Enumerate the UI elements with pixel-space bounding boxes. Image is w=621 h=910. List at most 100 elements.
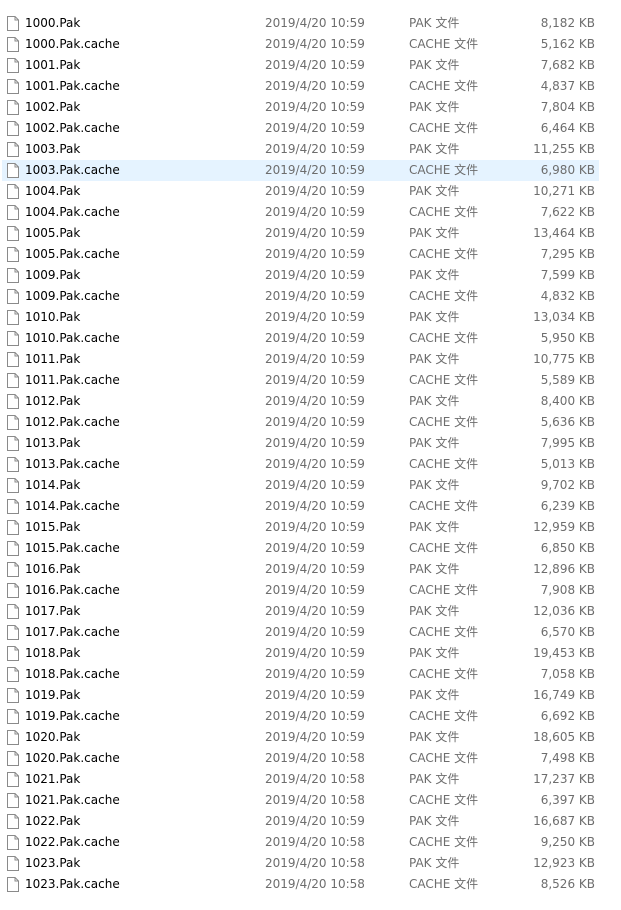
blank-document-icon bbox=[7, 583, 19, 598]
file-row[interactable]: 1015.Pak 2019/4/20 10:59 PAK 文件 12,959 K… bbox=[0, 517, 621, 538]
file-size: 6,239 KB bbox=[540, 499, 595, 513]
file-row[interactable]: 1018.Pak 2019/4/20 10:59 PAK 文件 19,453 K… bbox=[0, 643, 621, 664]
file-list: 1000.Pak 2019/4/20 10:59 PAK 文件 8,182 KB… bbox=[0, 13, 621, 895]
file-row[interactable]: 1013.Pak 2019/4/20 10:59 PAK 文件 7,995 KB bbox=[0, 433, 621, 454]
file-type: CACHE 文件 bbox=[409, 247, 479, 261]
blank-document-icon bbox=[7, 37, 19, 52]
file-size: 12,896 KB bbox=[533, 562, 595, 576]
file-row[interactable]: 1016.Pak 2019/4/20 10:59 PAK 文件 12,896 K… bbox=[0, 559, 621, 580]
file-row[interactable]: 1020.Pak.cache 2019/4/20 10:58 CACHE 文件 … bbox=[0, 748, 621, 769]
file-date-modified: 2019/4/20 10:59 bbox=[265, 730, 365, 744]
blank-document-icon bbox=[7, 667, 19, 682]
blank-document-icon bbox=[7, 688, 19, 703]
file-size: 4,837 KB bbox=[540, 79, 595, 93]
file-type: PAK 文件 bbox=[409, 814, 460, 828]
blank-document-icon bbox=[7, 793, 19, 808]
file-row[interactable]: 1014.Pak.cache 2019/4/20 10:59 CACHE 文件 … bbox=[0, 496, 621, 517]
file-size: 5,589 KB bbox=[540, 373, 595, 387]
file-row[interactable]: 1018.Pak.cache 2019/4/20 10:59 CACHE 文件 … bbox=[0, 664, 621, 685]
file-date-modified: 2019/4/20 10:59 bbox=[265, 478, 365, 492]
file-row[interactable]: 1011.Pak.cache 2019/4/20 10:59 CACHE 文件 … bbox=[0, 370, 621, 391]
file-row[interactable]: 1022.Pak.cache 2019/4/20 10:58 CACHE 文件 … bbox=[0, 832, 621, 853]
blank-document-icon bbox=[7, 268, 19, 283]
file-row[interactable]: 1005.Pak 2019/4/20 10:59 PAK 文件 13,464 K… bbox=[0, 223, 621, 244]
file-date-modified: 2019/4/20 10:59 bbox=[265, 394, 365, 408]
file-row[interactable]: 1016.Pak.cache 2019/4/20 10:59 CACHE 文件 … bbox=[0, 580, 621, 601]
file-date-modified: 2019/4/20 10:59 bbox=[265, 562, 365, 576]
file-row[interactable]: 1013.Pak.cache 2019/4/20 10:59 CACHE 文件 … bbox=[0, 454, 621, 475]
file-row[interactable]: 1014.Pak 2019/4/20 10:59 PAK 文件 9,702 KB bbox=[0, 475, 621, 496]
file-row[interactable]: 1021.Pak.cache 2019/4/20 10:58 CACHE 文件 … bbox=[0, 790, 621, 811]
file-row[interactable]: 1020.Pak 2019/4/20 10:59 PAK 文件 18,605 K… bbox=[0, 727, 621, 748]
file-date-modified: 2019/4/20 10:59 bbox=[265, 625, 365, 639]
file-size: 13,034 KB bbox=[533, 310, 595, 324]
file-row[interactable]: 1010.Pak.cache 2019/4/20 10:59 CACHE 文件 … bbox=[0, 328, 621, 349]
file-row[interactable]: 1023.Pak.cache 2019/4/20 10:58 CACHE 文件 … bbox=[0, 874, 621, 895]
file-name: 1020.Pak bbox=[25, 730, 81, 744]
file-row[interactable]: 1004.Pak 2019/4/20 10:59 PAK 文件 10,271 K… bbox=[0, 181, 621, 202]
file-row[interactable]: 1009.Pak.cache 2019/4/20 10:59 CACHE 文件 … bbox=[0, 286, 621, 307]
file-date-modified: 2019/4/20 10:59 bbox=[265, 604, 365, 618]
file-row[interactable]: 1017.Pak.cache 2019/4/20 10:59 CACHE 文件 … bbox=[0, 622, 621, 643]
file-row[interactable]: 1023.Pak 2019/4/20 10:58 PAK 文件 12,923 K… bbox=[0, 853, 621, 874]
file-name: 1001.Pak.cache bbox=[25, 79, 120, 93]
file-size: 7,498 KB bbox=[540, 751, 595, 765]
file-row[interactable]: 1002.Pak 2019/4/20 10:59 PAK 文件 7,804 KB bbox=[0, 97, 621, 118]
blank-document-icon bbox=[7, 436, 19, 451]
file-date-modified: 2019/4/20 10:59 bbox=[265, 100, 365, 114]
file-row[interactable]: 1001.Pak.cache 2019/4/20 10:59 CACHE 文件 … bbox=[0, 76, 621, 97]
file-size: 12,036 KB bbox=[533, 604, 595, 618]
file-name: 1009.Pak.cache bbox=[25, 289, 120, 303]
file-row[interactable]: 1002.Pak.cache 2019/4/20 10:59 CACHE 文件 … bbox=[0, 118, 621, 139]
file-row[interactable]: 1012.Pak.cache 2019/4/20 10:59 CACHE 文件 … bbox=[0, 412, 621, 433]
file-date-modified: 2019/4/20 10:58 bbox=[265, 751, 365, 765]
file-name: 1022.Pak bbox=[25, 814, 81, 828]
file-type: CACHE 文件 bbox=[409, 751, 479, 765]
file-row[interactable]: 1017.Pak 2019/4/20 10:59 PAK 文件 12,036 K… bbox=[0, 601, 621, 622]
file-row[interactable]: 1011.Pak 2019/4/20 10:59 PAK 文件 10,775 K… bbox=[0, 349, 621, 370]
file-row[interactable]: 1001.Pak 2019/4/20 10:59 PAK 文件 7,682 KB bbox=[0, 55, 621, 76]
file-row[interactable]: 1003.Pak 2019/4/20 10:59 PAK 文件 11,255 K… bbox=[0, 139, 621, 160]
file-row[interactable]: 1010.Pak 2019/4/20 10:59 PAK 文件 13,034 K… bbox=[0, 307, 621, 328]
file-name: 1017.Pak.cache bbox=[25, 625, 120, 639]
file-row[interactable]: 1005.Pak.cache 2019/4/20 10:59 CACHE 文件 … bbox=[0, 244, 621, 265]
file-type: CACHE 文件 bbox=[409, 163, 479, 177]
file-type: CACHE 文件 bbox=[409, 289, 479, 303]
file-row[interactable]: 1009.Pak 2019/4/20 10:59 PAK 文件 7,599 KB bbox=[0, 265, 621, 286]
file-row[interactable]: 1000.Pak 2019/4/20 10:59 PAK 文件 8,182 KB bbox=[0, 13, 621, 34]
file-row[interactable]: 1004.Pak.cache 2019/4/20 10:59 CACHE 文件 … bbox=[0, 202, 621, 223]
file-name: 1022.Pak.cache bbox=[25, 835, 120, 849]
file-type: PAK 文件 bbox=[409, 478, 460, 492]
file-row[interactable]: 1019.Pak.cache 2019/4/20 10:59 CACHE 文件 … bbox=[0, 706, 621, 727]
file-date-modified: 2019/4/20 10:59 bbox=[265, 184, 365, 198]
blank-document-icon bbox=[7, 394, 19, 409]
file-row[interactable]: 1022.Pak 2019/4/20 10:59 PAK 文件 16,687 K… bbox=[0, 811, 621, 832]
file-type: CACHE 文件 bbox=[409, 415, 479, 429]
blank-document-icon bbox=[7, 541, 19, 556]
file-size: 6,692 KB bbox=[540, 709, 595, 723]
file-row[interactable]: 1019.Pak 2019/4/20 10:59 PAK 文件 16,749 K… bbox=[0, 685, 621, 706]
blank-document-icon bbox=[7, 646, 19, 661]
file-row[interactable]: 1021.Pak 2019/4/20 10:58 PAK 文件 17,237 K… bbox=[0, 769, 621, 790]
file-name: 1004.Pak bbox=[25, 184, 81, 198]
file-type: CACHE 文件 bbox=[409, 667, 479, 681]
file-date-modified: 2019/4/20 10:59 bbox=[265, 457, 365, 471]
file-size: 9,250 KB bbox=[540, 835, 595, 849]
file-date-modified: 2019/4/20 10:59 bbox=[265, 436, 365, 450]
file-row[interactable]: 1000.Pak.cache 2019/4/20 10:59 CACHE 文件 … bbox=[0, 34, 621, 55]
blank-document-icon bbox=[7, 856, 19, 871]
file-name: 1001.Pak bbox=[25, 58, 81, 72]
file-size: 6,850 KB bbox=[540, 541, 595, 555]
file-size: 5,162 KB bbox=[540, 37, 595, 51]
file-size: 8,182 KB bbox=[540, 16, 595, 30]
file-date-modified: 2019/4/20 10:59 bbox=[265, 520, 365, 534]
file-date-modified: 2019/4/20 10:59 bbox=[265, 646, 365, 660]
file-row[interactable]: 1012.Pak 2019/4/20 10:59 PAK 文件 8,400 KB bbox=[0, 391, 621, 412]
file-size: 7,622 KB bbox=[540, 205, 595, 219]
file-date-modified: 2019/4/20 10:59 bbox=[265, 79, 365, 93]
file-row[interactable]: 1003.Pak.cache 2019/4/20 10:59 CACHE 文件 … bbox=[0, 160, 621, 181]
file-date-modified: 2019/4/20 10:59 bbox=[265, 541, 365, 555]
file-row[interactable]: 1015.Pak.cache 2019/4/20 10:59 CACHE 文件 … bbox=[0, 538, 621, 559]
file-name: 1005.Pak bbox=[25, 226, 81, 240]
blank-document-icon bbox=[7, 247, 19, 262]
